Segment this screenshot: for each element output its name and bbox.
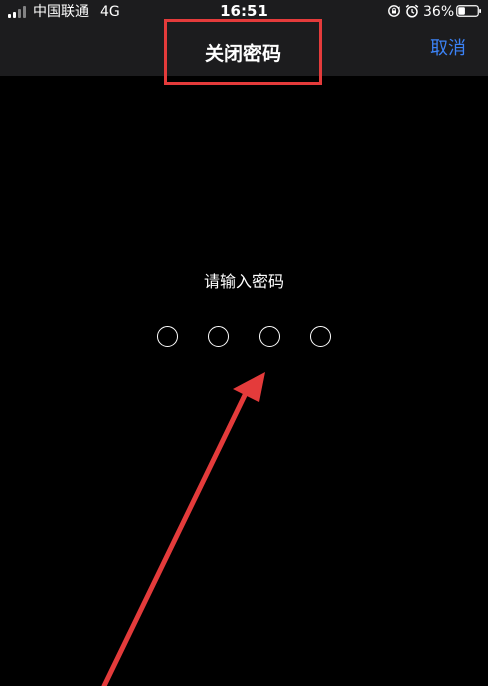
cancel-button[interactable]: 取消: [420, 36, 476, 62]
passcode-prompt: 请输入密码: [203, 272, 284, 291]
passcode-dot: [259, 326, 280, 347]
passcode-dot: [157, 326, 178, 347]
passcode-dot: [310, 326, 331, 347]
alarm-icon: [405, 4, 419, 18]
passcode-dots: [157, 326, 335, 350]
page-title: 关闭密码: [164, 19, 322, 85]
passcode-dot: [208, 326, 229, 347]
rotate-lock-icon: [388, 5, 400, 17]
battery-percentage: 36%: [423, 4, 455, 20]
battery-icon: [456, 5, 481, 17]
header: 中国联通 4G 16:51 36% 关闭密码 取消: [0, 0, 488, 85]
